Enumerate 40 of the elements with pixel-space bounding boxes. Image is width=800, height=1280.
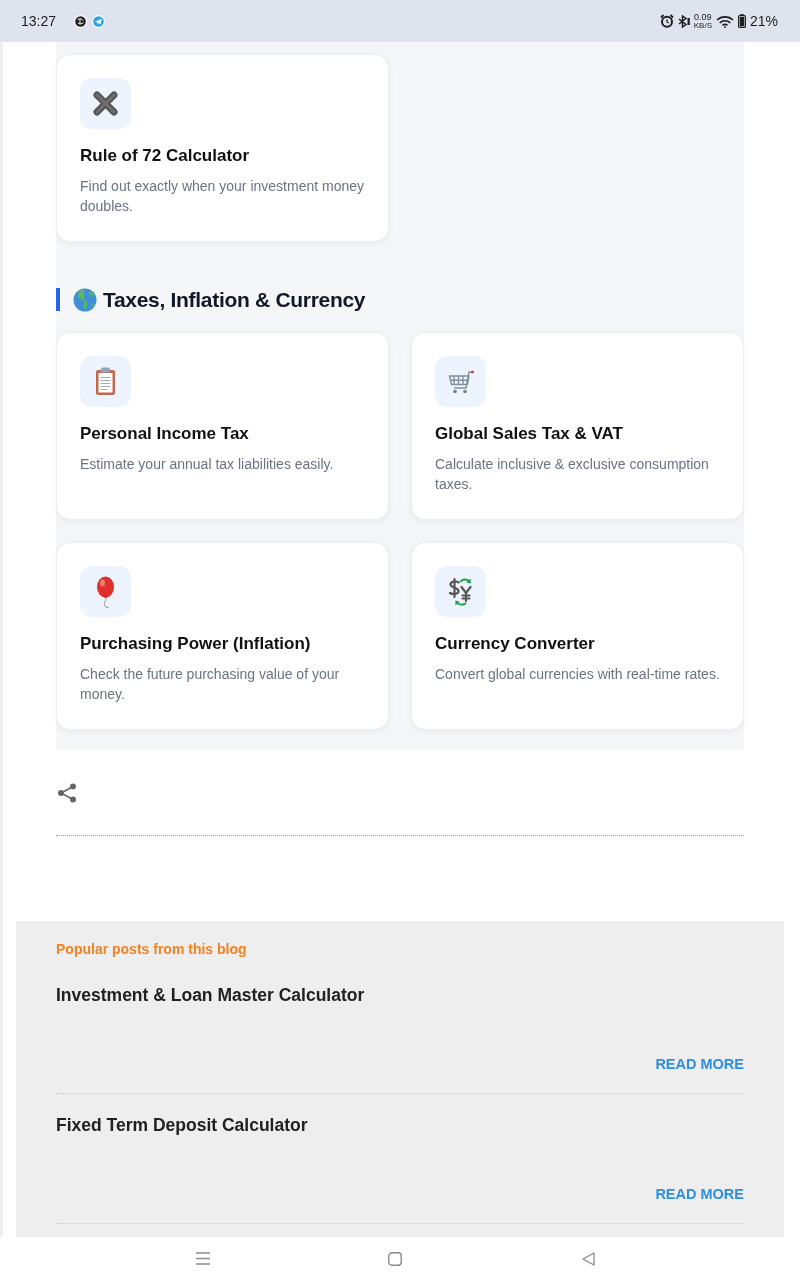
back-icon[interactable] bbox=[582, 1251, 595, 1266]
heading-accent-bar bbox=[56, 288, 60, 311]
network-speed-value: 0.09 bbox=[694, 12, 712, 22]
post-title-link[interactable]: Fixed Term Deposit Calculator bbox=[56, 1113, 308, 1137]
paper-plane-icon bbox=[92, 14, 106, 28]
balloon-icon bbox=[80, 566, 131, 617]
section-heading: Taxes, Inflation & Currency bbox=[103, 287, 366, 312]
calculator-card[interactable]: Rule of 72 Calculator Find out exactly when your investment money doubles. bbox=[56, 54, 389, 242]
calculator-card[interactable]: Purchasing Power (Inflation) Check the future purchasing value of your money. bbox=[56, 542, 389, 730]
card-description: Convert global currencies with real-time rates. bbox=[435, 665, 721, 684]
alarm-clock-icon bbox=[659, 14, 674, 28]
menu-icon[interactable] bbox=[196, 1252, 210, 1265]
round-app-icon bbox=[74, 14, 88, 28]
currency-exchange-icon bbox=[435, 566, 486, 617]
card-description: Find out exactly when your investment money doubles. bbox=[80, 177, 366, 216]
square-icon[interactable] bbox=[388, 1251, 402, 1266]
battery-percentage: 21% bbox=[749, 13, 778, 29]
wifi-icon bbox=[715, 14, 734, 28]
calculator-card[interactable]: Currency Converter Convert global currencies with real-time rates. bbox=[411, 542, 744, 730]
battery-icon bbox=[737, 14, 746, 28]
calculator-card[interactable]: Personal Income Tax Estimate your annual tax liabilities easily. bbox=[56, 332, 389, 520]
cross-mark-icon bbox=[80, 78, 131, 129]
share-icon[interactable] bbox=[57, 783, 77, 803]
card-description: Calculate inclusive & exclusive consumption taxes. bbox=[435, 455, 710, 494]
popular-posts-heading: Popular posts from this blog bbox=[56, 940, 247, 958]
card-description: Estimate your annual tax liabilities easily. bbox=[80, 455, 335, 474]
calculator-card[interactable]: Global Sales Tax & VAT Calculate inclusive & exclusive consumption taxes. bbox=[411, 332, 744, 520]
status-time: 13:27 bbox=[21, 13, 57, 29]
card-title: Global Sales Tax & VAT bbox=[435, 423, 623, 445]
post-title-link[interactable]: Investment & Loan Master Calculator bbox=[56, 983, 365, 1007]
card-description: Check the future purchasing value of your money. bbox=[80, 665, 341, 704]
shopping-cart-icon bbox=[435, 356, 486, 407]
card-title: Rule of 72 Calculator bbox=[80, 145, 250, 167]
card-title: Personal Income Tax bbox=[80, 423, 249, 445]
network-speed-unit: KB/S bbox=[693, 21, 712, 30]
card-title: Currency Converter bbox=[435, 633, 595, 655]
clipboard-icon bbox=[80, 356, 131, 407]
card-title: Purchasing Power (Inflation) bbox=[80, 633, 311, 655]
globe-icon bbox=[73, 287, 97, 312]
bluetooth-icon bbox=[677, 14, 690, 28]
